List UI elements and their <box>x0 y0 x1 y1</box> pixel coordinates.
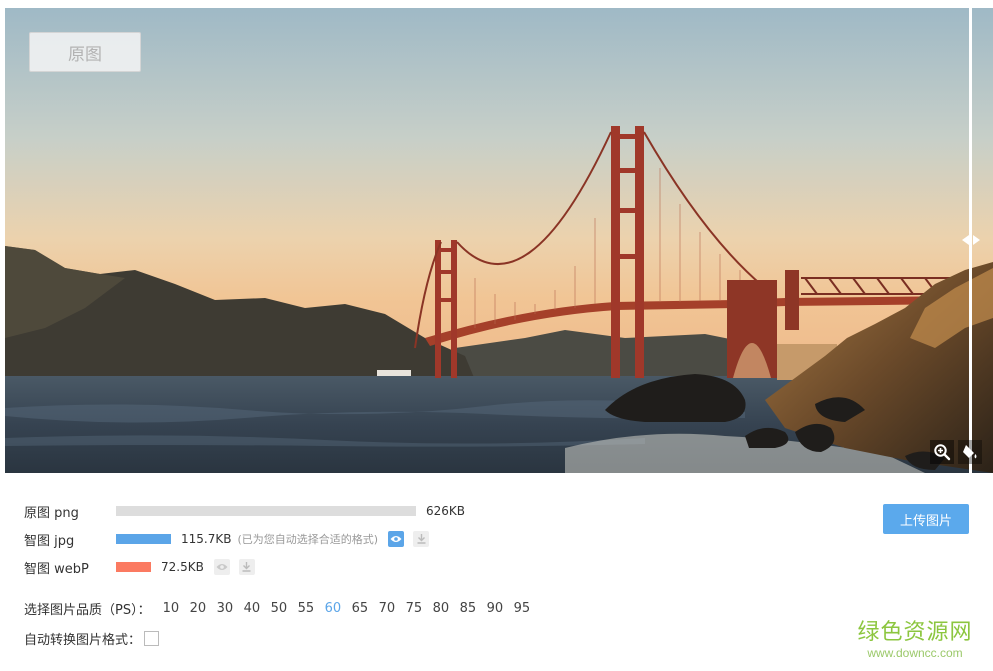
auto-convert-checkbox[interactable] <box>144 630 160 646</box>
quality-label: 选择图片品质（PS）： <box>24 602 151 618</box>
quality-option[interactable]: 40 <box>244 601 271 616</box>
quality-option[interactable]: 90 <box>487 601 514 616</box>
quality-option[interactable]: 85 <box>460 601 487 616</box>
auto-format-hint: (已为您自动选择合适的格式) <box>237 533 379 546</box>
size-bar <box>116 506 416 516</box>
result-size: 115.7KB <box>181 532 232 546</box>
result-row-jpg: 智图 jpg 115.7KB (已为您自动选择合适的格式) <box>24 529 430 549</box>
result-size: 626KB <box>426 504 466 518</box>
quality-option[interactable]: 70 <box>379 601 406 616</box>
result-name: 原图 png <box>24 505 79 521</box>
watermark-title: 绿色资源网 <box>857 620 973 645</box>
quality-option[interactable]: 75 <box>406 601 433 616</box>
result-row-original: 原图 png 626KB <box>24 501 465 521</box>
auto-convert-row: 自动转换图片格式： <box>24 628 160 648</box>
quality-option[interactable]: 65 <box>352 601 379 616</box>
image-compare-viewer[interactable]: 原图 <box>5 8 993 473</box>
quality-option[interactable]: 55 <box>298 601 325 616</box>
preview-eye-icon[interactable] <box>388 531 405 547</box>
download-icon[interactable] <box>238 559 255 575</box>
quality-option[interactable]: 20 <box>190 601 217 616</box>
quality-option[interactable]: 80 <box>433 601 460 616</box>
download-icon[interactable] <box>413 531 430 547</box>
color-drop-icon[interactable] <box>958 440 982 464</box>
preview-eye-icon[interactable] <box>213 559 230 575</box>
quality-selector: 选择图片品质（PS）： 10 20 30 40 50 55 60 65 70 7… <box>24 598 541 618</box>
split-arrows-icon[interactable] <box>961 233 981 247</box>
auto-convert-label: 自动转换图片格式： <box>24 632 142 648</box>
quality-option[interactable]: 30 <box>217 601 244 616</box>
result-name: 智图 jpg <box>24 533 75 549</box>
result-row-webp: 智图 webP 72.5KB <box>24 557 255 577</box>
watermark-url: www.downcc.com <box>867 646 963 660</box>
quality-option[interactable]: 10 <box>163 601 190 616</box>
result-size: 72.5KB <box>161 560 204 574</box>
quality-option[interactable]: 50 <box>271 601 298 616</box>
size-bar <box>116 562 151 572</box>
result-name: 智图 webP <box>24 561 89 577</box>
preview-image <box>5 8 993 473</box>
zoom-in-icon[interactable] <box>930 440 954 464</box>
upload-image-button[interactable]: 上传图片 <box>883 504 969 534</box>
size-bar <box>116 534 171 544</box>
site-watermark: 绿色资源网 www.downcc.com <box>852 620 978 660</box>
quality-option[interactable]: 95 <box>514 601 541 616</box>
mode-badge: 原图 <box>29 32 141 72</box>
quality-option[interactable]: 60 <box>325 601 352 616</box>
